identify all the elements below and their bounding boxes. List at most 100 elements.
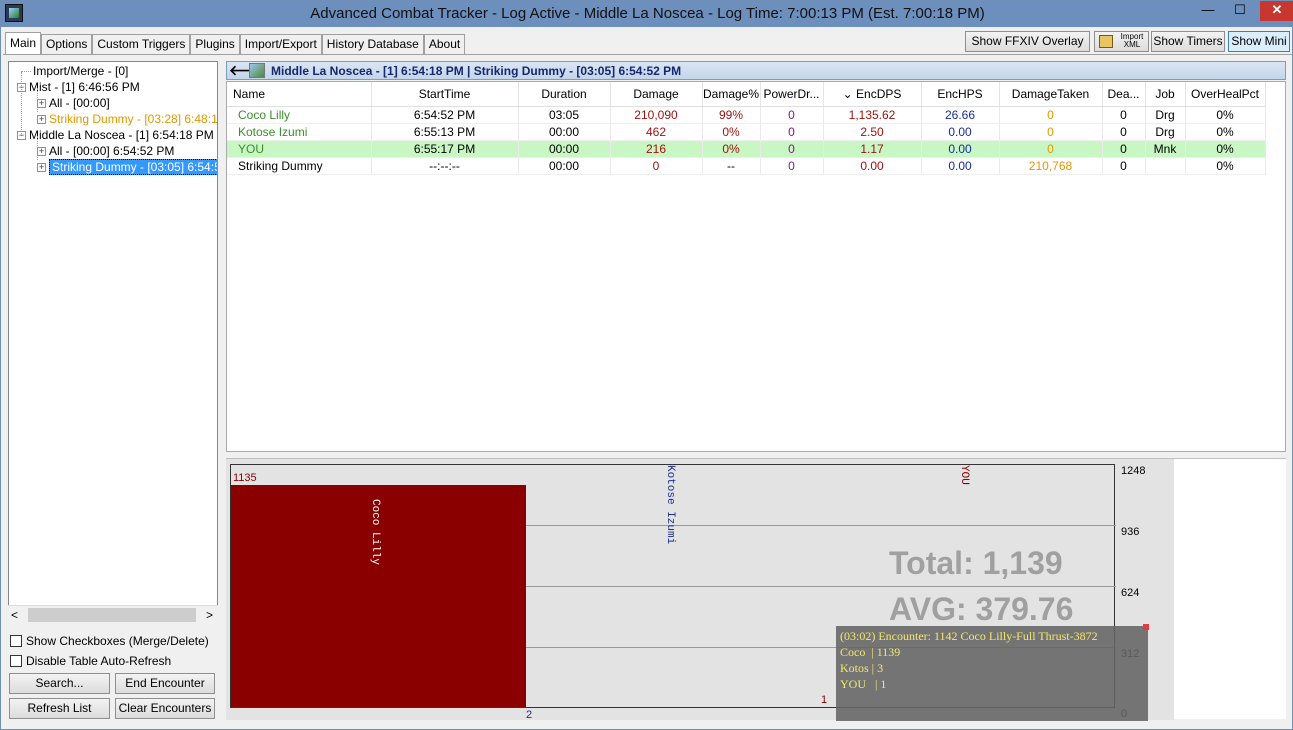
window-title: Advanced Combat Tracker - Log Active - M… xyxy=(310,5,985,22)
scroll-right-icon[interactable]: > xyxy=(206,608,213,622)
cell-deaths: 0 xyxy=(1102,157,1146,175)
column-header-duration[interactable]: Duration xyxy=(518,82,611,107)
tooltip-line: (03:02) Encounter: 1142 Coco Lilly-Full … xyxy=(840,629,1098,643)
clear-encounters-button[interactable]: Clear Encounters xyxy=(115,698,215,719)
cell-encdps: 2.50 xyxy=(823,123,922,141)
tab-history-database[interactable]: History Database xyxy=(321,34,424,54)
show-mini-button[interactable]: Show Mini xyxy=(1228,31,1290,52)
disable-auto-refresh-option[interactable]: Disable Table Auto-Refresh xyxy=(10,653,171,669)
cell-starttime: 6:55:17 PM xyxy=(371,140,519,158)
tab-options[interactable]: Options xyxy=(41,34,93,54)
scroll-thumb[interactable] xyxy=(28,608,196,622)
column-header-enchps[interactable]: EncHPS xyxy=(921,82,1000,107)
tree-node-noscea-all[interactable]: + All - [00:00] 6:54:52 PM xyxy=(37,143,174,159)
tree-horizontal-scrollbar[interactable]: < > xyxy=(8,605,218,624)
cell-damagetaken: 210,768 xyxy=(999,157,1103,175)
tab-bar: Main Options Custom Triggers Plugins Imp… xyxy=(5,32,466,54)
refresh-list-button[interactable]: Refresh List xyxy=(9,698,110,719)
small-value-label: 2 xyxy=(526,709,533,721)
collapse-icon[interactable]: − xyxy=(17,83,26,92)
encounter-title: Middle La Noscea - [1] 6:54:18 PM | Stri… xyxy=(271,64,682,78)
tree-node-mist-dummy[interactable]: +Striking Dummy - [03:28] 6:48:13 PM xyxy=(37,111,217,127)
encounter-tree[interactable]: Import/Merge - [0] − Mist - [1] 6:46:56 P… xyxy=(8,61,218,624)
cell-damage-pct: 0% xyxy=(702,123,761,141)
column-header-powerdrain[interactable]: PowerDr... xyxy=(760,82,824,107)
cell-damage: 210,090 xyxy=(610,106,703,124)
column-header-starttime[interactable]: StartTime xyxy=(371,82,519,107)
tab-import-export[interactable]: Import/Export xyxy=(239,34,322,54)
tree-node-label: Middle La Noscea - [1] 6:54:18 PM xyxy=(29,128,214,142)
maximize-button[interactable]: ☐ xyxy=(1226,1,1254,21)
tree-node-middle-la-noscea[interactable]: − Middle La Noscea - [1] 6:54:18 PM xyxy=(17,127,214,143)
cell-enchps: 0.00 xyxy=(921,123,1000,141)
end-encounter-button[interactable]: End Encounter xyxy=(115,673,215,694)
combatant-table[interactable]: Name StartTime Duration Damage Damage% P… xyxy=(226,81,1286,452)
back-arrow-icon[interactable]: 🡐 xyxy=(229,63,267,78)
expand-icon[interactable]: + xyxy=(37,163,46,172)
graph-avg-text: AVG: 379.76 xyxy=(889,591,1074,627)
cell-name: YOU xyxy=(227,140,372,158)
minimize-button[interactable]: — xyxy=(1194,1,1222,21)
column-header-damage[interactable]: Damage xyxy=(610,82,703,107)
cell-damagetaken: 0 xyxy=(999,140,1103,158)
tooltip-line: YOU | 1 xyxy=(840,677,887,691)
search-button[interactable]: Search... xyxy=(9,673,110,694)
tab-about[interactable]: About xyxy=(423,34,466,54)
cell-duration: 00:00 xyxy=(518,123,611,141)
table-row[interactable]: Striking Dummy --:--:-- 00:00 0 -- 0 0.0… xyxy=(227,157,1266,175)
cell-damage-pct: 99% xyxy=(702,106,761,124)
checkbox[interactable] xyxy=(10,635,22,647)
column-header-damage-pct[interactable]: Damage% xyxy=(702,82,761,107)
import-icon xyxy=(1099,35,1113,48)
show-ffxiv-overlay-button[interactable]: Show FFXIV Overlay xyxy=(965,31,1090,52)
tree-node-mist-all[interactable]: + All - [00:00] xyxy=(37,95,110,111)
collapse-icon[interactable]: − xyxy=(17,131,26,140)
cell-enchps: 26.66 xyxy=(921,106,1000,124)
column-header-name[interactable]: Name xyxy=(227,82,372,107)
close-button[interactable]: ✕ xyxy=(1260,1,1293,21)
series-label-coco-lilly: Coco Lilly xyxy=(369,499,381,566)
column-header-damagetaken[interactable]: DamageTaken xyxy=(999,82,1103,107)
checkbox[interactable] xyxy=(10,655,22,667)
tooltip-line: Coco | 1139 xyxy=(840,645,901,659)
cell-overhealpct: 0% xyxy=(1185,140,1266,158)
column-header-encdps[interactable]: ⌄ EncDPS xyxy=(823,82,922,107)
cell-job: Drg xyxy=(1145,123,1186,141)
image-export-icon[interactable] xyxy=(249,63,265,78)
cell-powerdrain: 0 xyxy=(760,140,824,158)
cell-damagetaken: 0 xyxy=(999,106,1103,124)
cell-starttime: --:--:-- xyxy=(371,157,519,175)
table-row[interactable]: YOU 6:55:17 PM 00:00 216 0% 0 1.17 0.00 … xyxy=(227,140,1266,158)
expand-icon[interactable]: + xyxy=(37,115,46,124)
tree-node-label: All - [00:00] 6:54:52 PM xyxy=(49,144,175,158)
import-xml-button[interactable]: Import XML xyxy=(1094,31,1149,52)
column-header-job[interactable]: Job xyxy=(1145,82,1186,107)
cell-starttime: 6:55:13 PM xyxy=(371,123,519,141)
tree-node-mist[interactable]: − Mist - [1] 6:46:56 PM xyxy=(17,79,140,95)
cell-duration: 03:05 xyxy=(518,106,611,124)
checkbox-label: Show Checkboxes (Merge/Delete) xyxy=(26,634,209,648)
cell-damagetaken: 0 xyxy=(999,123,1103,141)
bar-value-label: 1135 xyxy=(233,472,257,484)
show-timers-button[interactable]: Show Timers xyxy=(1151,31,1225,52)
expand-icon[interactable]: + xyxy=(37,99,46,108)
tree-node-import-merge[interactable]: Import/Merge - [0] xyxy=(33,63,128,79)
series-label-kotose-izumi: Kotose Izumi xyxy=(664,465,676,545)
cell-enchps: 0.00 xyxy=(921,140,1000,158)
table-row[interactable]: Kotose Izumi 6:55:13 PM 00:00 462 0% 0 2… xyxy=(227,123,1266,141)
cell-enchps: 0.00 xyxy=(921,157,1000,175)
y-tick-label: 936 xyxy=(1121,526,1140,538)
column-header-deaths[interactable]: Dea... xyxy=(1102,82,1146,107)
show-checkboxes-option[interactable]: Show Checkboxes (Merge/Delete) xyxy=(10,633,209,649)
tab-custom-triggers[interactable]: Custom Triggers xyxy=(92,34,191,54)
tab-main[interactable]: Main xyxy=(5,32,42,54)
cell-damage: 0 xyxy=(610,157,703,175)
tab-plugins[interactable]: Plugins xyxy=(190,34,240,54)
expand-icon[interactable]: + xyxy=(37,147,46,156)
scroll-left-icon[interactable]: < xyxy=(11,608,18,622)
tree-node-noscea-dummy[interactable]: +Striking Dummy - [03:05] 6:54:52 PM xyxy=(37,159,217,175)
table-row[interactable]: Coco Lilly 6:54:52 PM 03:05 210,090 99% … xyxy=(227,106,1266,124)
cell-job: Drg xyxy=(1145,106,1186,124)
cell-encdps: 1.17 xyxy=(823,140,922,158)
column-header-overhealpct[interactable]: OverHealPct xyxy=(1185,82,1266,107)
